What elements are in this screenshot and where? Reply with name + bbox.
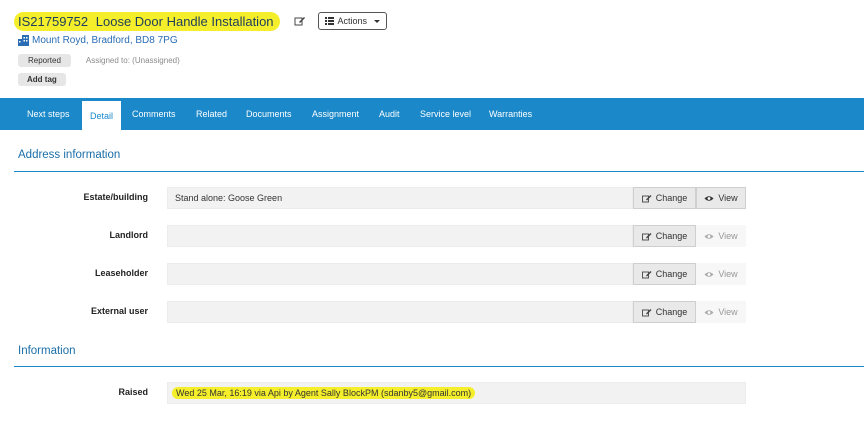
title-row: IS21759752 Loose Door Handle Installatio…	[14, 10, 388, 32]
pencil-icon	[641, 232, 652, 241]
pencil-icon	[641, 308, 652, 317]
view-label: View	[718, 193, 738, 203]
landlord-view-button[interactable]: View	[696, 225, 746, 247]
ticket-reference: IS21759752	[18, 13, 89, 29]
tab-bar: Next steps Detail Comments Related Docum…	[0, 98, 864, 130]
estate-view-button[interactable]: View	[696, 187, 746, 209]
pencil-icon	[641, 194, 652, 203]
landlord-label: Landlord	[109, 230, 149, 240]
pencil-icon	[641, 270, 652, 279]
landlord-field	[167, 225, 633, 247]
caret-down-icon	[374, 19, 381, 23]
change-label: Change	[655, 269, 688, 279]
tab-audit[interactable]: Audit	[379, 98, 400, 130]
external-user-change-button[interactable]: Change	[633, 301, 696, 323]
leaseholder-label: Leaseholder	[94, 268, 148, 278]
raised-label: Raised	[118, 387, 148, 397]
add-tag-button[interactable]: Add tag	[18, 73, 66, 86]
status-row: Reported Assigned to: (Unassigned)	[18, 54, 180, 67]
view-label: View	[718, 269, 738, 279]
external-user-field	[167, 301, 633, 323]
tab-related[interactable]: Related	[196, 98, 227, 130]
leaseholder-field	[167, 263, 633, 285]
actions-label: Actions	[337, 16, 368, 26]
tab-service-level[interactable]: Service level	[420, 98, 471, 130]
status-badge: Reported	[18, 54, 71, 67]
section-divider	[14, 171, 864, 172]
building-icon	[18, 35, 29, 46]
tab-assignment[interactable]: Assignment	[312, 98, 359, 130]
list-icon	[324, 17, 334, 25]
change-label: Change	[655, 193, 688, 203]
eye-icon	[704, 232, 714, 241]
page-title: IS21759752 Loose Door Handle Installatio…	[14, 11, 280, 31]
tab-warranties[interactable]: Warranties	[489, 98, 532, 130]
tab-documents[interactable]: Documents	[246, 98, 292, 130]
location-link[interactable]: Mount Royd, Bradford, BD8 7PG	[18, 35, 178, 46]
section-divider	[14, 366, 864, 367]
change-label: Change	[655, 307, 688, 317]
view-label: View	[718, 307, 738, 317]
ticket-title: Loose Door Handle Installation	[95, 13, 274, 29]
landlord-change-button[interactable]: Change	[633, 225, 696, 247]
leaseholder-change-button[interactable]: Change	[633, 263, 696, 285]
eye-icon	[704, 194, 714, 203]
tab-detail[interactable]: Detail	[82, 101, 122, 130]
eye-icon	[704, 270, 714, 279]
view-label: View	[718, 231, 738, 241]
estate-building-field: Stand alone: Goose Green	[167, 187, 633, 209]
actions-dropdown-button[interactable]: Actions	[317, 12, 388, 30]
ticket-header: IS21759752 Loose Door Handle Installatio…	[0, 0, 864, 97]
information-section-title: Information	[18, 345, 76, 357]
address-section-title: Address information	[18, 149, 121, 161]
eye-icon	[704, 308, 714, 317]
change-label: Change	[655, 231, 688, 241]
leaseholder-view-button[interactable]: View	[696, 263, 746, 285]
tab-comments[interactable]: Comments	[132, 98, 176, 130]
estate-change-button[interactable]: Change	[633, 187, 696, 209]
assigned-to-text: Assigned to: (Unassigned)	[85, 56, 180, 65]
tab-next-steps[interactable]: Next steps	[27, 98, 70, 130]
raised-value: Wed 25 Mar, 16:19 via Api by Agent Sally…	[172, 387, 476, 399]
estate-building-label: Estate/building	[83, 192, 148, 202]
pencil-icon[interactable]	[294, 15, 306, 27]
external-user-view-button[interactable]: View	[696, 301, 746, 323]
external-user-label: External user	[90, 306, 148, 316]
location-text: Mount Royd, Bradford, BD8 7PG	[32, 35, 178, 46]
raised-field: Wed 25 Mar, 16:19 via Api by Agent Sally…	[167, 382, 746, 404]
